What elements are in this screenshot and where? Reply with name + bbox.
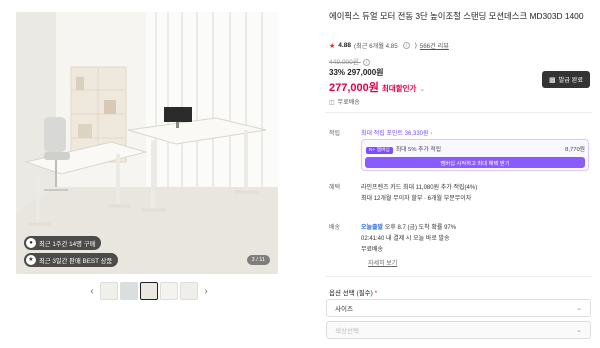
max-price-value: 277,000원 xyxy=(329,82,379,94)
product-title: 에이픽스 듀얼 모터 전동 3단 높이조절 스탠딩 모션데스크 MD303D 1… xyxy=(329,11,584,21)
today-ship-tag: 오늘출발 xyxy=(361,225,384,231)
review-link[interactable]: 566건 리뷰 xyxy=(420,41,449,50)
list-price: 449,000원 i xyxy=(329,56,370,66)
product-main-image[interactable]: ● 최근 1주간 14명 구매 ★ 최근 3일간 판매 BEST 상품 3 / … xyxy=(16,12,278,274)
membership-amount: 8,770원 xyxy=(565,147,585,153)
rating-score: 4.88 xyxy=(338,42,351,49)
recent-purchase-text: 최근 1주간 14명 구매 xyxy=(39,240,96,248)
color-select-label: 색상선택 xyxy=(335,328,359,335)
best-seller-badge: ★ 최근 3일간 판매 BEST 상품 xyxy=(24,253,119,267)
membership-tag: N+ 멤버십 xyxy=(366,147,393,154)
divider xyxy=(326,276,592,277)
chevron-right-icon[interactable]: › xyxy=(200,286,212,297)
desk-photo xyxy=(16,12,278,274)
chevron-left-icon[interactable]: ‹ xyxy=(86,286,98,297)
max-price-label: 최대할인가 xyxy=(381,84,417,93)
rating-row: ★ 4.88 (최근 6개월 4.85 i ) 566건 리뷰 xyxy=(329,41,449,50)
discount-row: 33% 297,000원 xyxy=(329,67,384,78)
delivery-fee: 무료배송 xyxy=(361,247,384,253)
delivery-label: 배송 xyxy=(329,225,341,231)
thumbnail[interactable] xyxy=(100,282,118,300)
membership-card: N+ 멤버십 최대 5% 추가 적립 8,770원 멤버십 시작하고 최대 혜택 … xyxy=(361,139,589,171)
image-counter: 3 / 11 xyxy=(246,255,270,265)
max-points-text: 최대 적립 포인트 36,330원 xyxy=(361,131,429,137)
rating-detail: (최근 6개월 4.85 xyxy=(353,43,398,50)
benefits-label: 혜택 xyxy=(329,185,341,191)
divider xyxy=(326,112,592,113)
best-seller-text: 최근 3일간 판매 BEST 상품 xyxy=(39,257,113,265)
delivery-detail-link[interactable]: 자세히 보기 xyxy=(368,258,397,267)
recent-purchase-badge: ● 최근 1주간 14명 구매 xyxy=(24,236,102,250)
info-icon[interactable]: i xyxy=(362,59,370,66)
trophy-icon: ★ xyxy=(26,255,36,265)
sale-price: 297,000원 xyxy=(347,68,384,77)
thumbnail-strip: ‹ › xyxy=(86,282,212,300)
thumbnail[interactable] xyxy=(160,282,178,300)
chevron-down-icon: ⌄ xyxy=(576,305,582,312)
option-title: 옵션 선택 (필수) * xyxy=(329,287,377,297)
size-select[interactable]: 사이즈 ⌄ xyxy=(326,299,591,317)
delivery-countdown: 02:41:40 내 결제 시 오늘 바로 발송 xyxy=(361,236,450,242)
shipping-row: ◫ 무료배송 xyxy=(329,97,360,106)
size-select-label: 사이즈 xyxy=(335,306,353,313)
star-icon: ★ xyxy=(329,42,336,50)
users-icon: ● xyxy=(26,238,36,248)
benefit-installment[interactable]: 최대 12개월 무이자 할부 · 6개월 부분무이자 xyxy=(361,193,471,202)
delivery-eta-text: 오후 8.7 (금) 도착 확률 97% xyxy=(384,225,457,231)
color-select[interactable]: 색상선택 ⌄ xyxy=(326,321,591,339)
max-points[interactable]: 최대 적립 포인트 36,330원 › xyxy=(361,128,432,137)
thumbnail[interactable] xyxy=(120,282,138,300)
delivery-eta: 오늘출발 오후 8.7 (금) 도착 확률 97% xyxy=(361,222,456,231)
membership-start-button[interactable]: 멤버십 시작하고 최대 혜택 받기 xyxy=(365,157,585,168)
chevron-down-icon: ⌄ xyxy=(419,86,426,93)
list-price-value: 449,000원 xyxy=(329,59,359,66)
option-title-text: 옵션 선택 (필수) xyxy=(329,290,373,297)
required-mark: * xyxy=(374,290,378,297)
max-discount-price[interactable]: 277,000원 최대할인가 ⌄ xyxy=(329,79,425,95)
truck-icon: ◫ xyxy=(329,100,335,106)
shipping-text: 무료배송 xyxy=(337,100,360,106)
chevron-down-icon: ⌄ xyxy=(576,327,582,334)
coupon-icon: ▩ xyxy=(548,76,556,84)
thumbnail[interactable] xyxy=(180,282,198,300)
benefit-card[interactable]: 라인프렌즈 카드 최대 11,080원 추가 적립(4%) xyxy=(361,182,477,191)
thumbnail-selected[interactable] xyxy=(140,282,158,300)
discount-rate: 33% xyxy=(329,68,346,77)
membership-text: 최대 5% 추가 적립 xyxy=(395,147,442,153)
coupon-label: 발급 완료 xyxy=(558,77,584,84)
info-icon[interactable]: i xyxy=(402,42,410,49)
coupon-issued-button[interactable]: ▩ 발급 완료 xyxy=(542,71,590,88)
points-label: 적립 xyxy=(329,131,341,137)
